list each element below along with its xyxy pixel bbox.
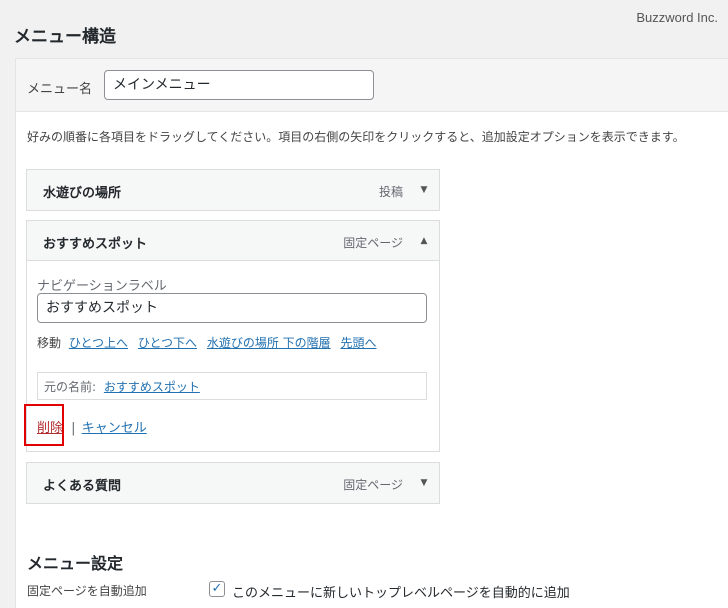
menu-item-type: 固定ページ — [343, 478, 403, 492]
menu-name-bar: メニュー名 メインメニュー — [16, 59, 728, 112]
original-name-box: 元の名前: おすすめスポット — [37, 372, 427, 400]
expand-arrow-icon[interactable]: ▼ — [419, 478, 429, 488]
move-under-link[interactable]: 水遊びの場所 下の階層 — [207, 336, 331, 350]
navigation-label-title: ナビゲーションラベル — [37, 279, 167, 294]
instructions-text: 好みの順番に各項目をドラッグしてください。項目の右側の矢印をクリックすると、追加… — [27, 130, 685, 144]
page-title: メニュー構造 — [14, 27, 116, 47]
original-name-label: 元の名前: — [44, 380, 97, 394]
highlight-annotation-box — [24, 404, 64, 446]
menu-item-title: おすすめスポット — [43, 237, 148, 252]
move-top-link[interactable]: 先頭へ — [341, 336, 377, 350]
menu-item-bar[interactable]: おすすめスポット 固定ページ ▲ — [27, 221, 439, 261]
move-links-row: 移動 ひとつ上へ ひとつ下へ 水遊びの場所 下の階層 先頭へ — [37, 334, 377, 351]
auto-add-pages-label: 固定ページを自動追加 — [27, 584, 147, 598]
move-up-link[interactable]: ひとつ上へ — [69, 336, 128, 350]
move-label: 移動 — [37, 336, 62, 350]
auto-add-checkbox[interactable]: ✓ — [209, 581, 225, 597]
watermark-text: Buzzword Inc. — [636, 10, 718, 25]
auto-add-checkbox-label[interactable]: このメニューに新しいトップレベルページを自動的に追加 — [232, 582, 570, 601]
collapse-arrow-icon[interactable]: ▲ — [419, 236, 429, 246]
menu-item-faq[interactable]: よくある質問 固定ページ ▼ — [26, 462, 440, 504]
menu-item-title: 水遊びの場所 — [43, 186, 122, 201]
menu-item-bar[interactable]: よくある質問 固定ページ ▼ — [27, 463, 439, 503]
expand-arrow-icon[interactable]: ▼ — [419, 185, 429, 195]
menu-item-settings: ナビゲーションラベル おすすめスポット 移動 ひとつ上へ ひとつ下へ 水遊びの場… — [27, 261, 439, 451]
menu-structure-panel: メニュー名 メインメニュー 好みの順番に各項目をドラッグしてください。項目の右側… — [15, 58, 728, 608]
menu-name-input[interactable]: メインメニュー — [104, 70, 374, 100]
original-name-link[interactable]: おすすめスポット — [104, 380, 200, 394]
navigation-label-input[interactable]: おすすめスポット — [37, 293, 427, 323]
move-down-link[interactable]: ひとつ下へ — [138, 336, 197, 350]
action-separator: | — [71, 421, 76, 436]
menu-item-type: 投稿 — [378, 185, 403, 199]
menu-item-osusume[interactable]: おすすめスポット 固定ページ ▲ ナビゲーションラベル おすすめスポット 移動 … — [26, 220, 440, 452]
menu-item-mizuasobi[interactable]: 水遊びの場所 投稿 ▼ — [26, 169, 440, 211]
menu-settings-title: メニュー設定 — [27, 554, 124, 573]
menu-name-label: メニュー名 — [27, 82, 93, 97]
menu-item-title: よくある質問 — [43, 479, 122, 494]
menu-item-bar[interactable]: 水遊びの場所 投稿 ▼ — [27, 170, 439, 210]
menu-item-type: 固定ページ — [343, 236, 403, 250]
cancel-link[interactable]: キャンセル — [82, 421, 147, 436]
